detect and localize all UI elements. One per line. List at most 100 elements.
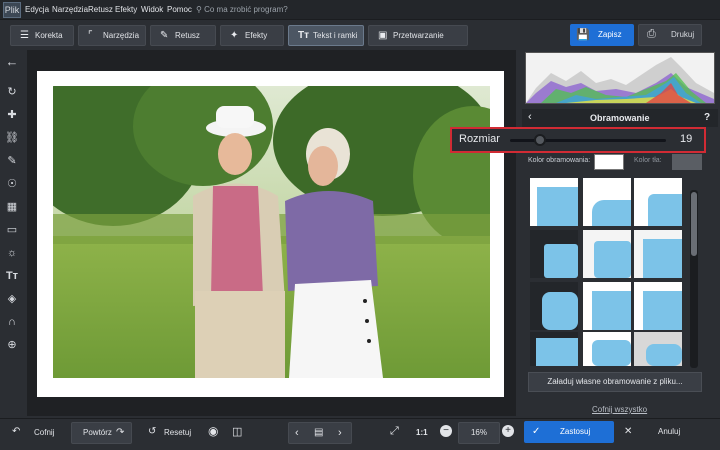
zoom-in-icon[interactable]: + xyxy=(502,425,514,437)
menu-item-file[interactable]: Plik xyxy=(3,2,21,18)
next-chevron-icon[interactable]: › xyxy=(338,423,342,443)
search-placeholder: Co ma zrobić program? xyxy=(204,5,288,14)
checkmark-icon: ✓ xyxy=(532,426,541,437)
bg-color-swatch[interactable] xyxy=(672,154,702,170)
tab-label: Retusz xyxy=(175,31,200,40)
crosshair-icon[interactable]: ⊕ xyxy=(5,338,19,352)
undo-all-link[interactable]: Cofnij wszystko xyxy=(592,405,647,414)
panel-title: Obramowanie xyxy=(590,113,650,123)
border-thumb[interactable] xyxy=(583,282,631,330)
brush-tool-icon[interactable]: ✎ xyxy=(5,154,19,168)
save-button[interactable]: 💾 Zapisz xyxy=(570,24,634,46)
back-chevron-icon[interactable]: ‹ xyxy=(528,111,532,123)
zoom-out-icon[interactable]: − xyxy=(440,425,452,437)
vignette-icon[interactable]: ▭ xyxy=(5,223,19,237)
search-icon: ⚲ xyxy=(196,5,202,14)
bg-color-label: Kolor tła: xyxy=(634,157,662,164)
eye-icon[interactable]: ◉ xyxy=(208,424,218,438)
magnet-icon[interactable]: ∩ xyxy=(5,315,19,329)
sliders-icon: ☰ xyxy=(20,30,29,41)
menu-item-view[interactable]: Widok xyxy=(141,5,163,14)
text-tool-icon[interactable]: Tт xyxy=(5,269,19,283)
undo-icon[interactable]: ↶ xyxy=(12,426,20,437)
size-slider-knob[interactable] xyxy=(533,134,546,146)
zoom-field[interactable]: 16% xyxy=(458,422,500,444)
border-thumb[interactable] xyxy=(530,178,578,226)
folder-icon[interactable]: ▤ xyxy=(314,423,323,443)
radial-filter-icon[interactable]: ☉ xyxy=(5,177,19,191)
printer-icon: ⎙ xyxy=(647,28,656,40)
images-icon: ▣ xyxy=(378,30,388,41)
menu-item-retouch[interactable]: Retusz xyxy=(88,5,113,14)
border-thumb[interactable] xyxy=(530,282,578,330)
healing-patch-icon[interactable]: ✚ xyxy=(5,108,19,122)
compare-icon[interactable]: ◫ xyxy=(232,425,242,438)
floppy-disk-icon: 💾 xyxy=(576,29,590,41)
left-toolbar: ← ↻ ✚ ⛓ ✎ ☉ ▦ ▭ ☼ Tт ◈ ∩ ⊕ xyxy=(0,50,24,416)
print-button[interactable]: ⎙ Drukuj xyxy=(638,24,702,46)
apply-button[interactable]: ✓ Zastosuj xyxy=(524,421,614,443)
print-label: Drukuj xyxy=(671,30,695,39)
close-icon: ✕ xyxy=(624,426,633,437)
tab-label: Korekta xyxy=(35,31,63,40)
text-icon: Tт xyxy=(298,30,310,41)
fit-screen-icon[interactable]: ⤢ xyxy=(390,425,399,438)
border-color-label: Kolor obramowania: xyxy=(528,157,591,164)
cancel-label: Anuluj xyxy=(658,427,681,436)
file-nav-group: ‹ ▤ › xyxy=(288,422,352,444)
border-thumb[interactable] xyxy=(634,332,682,366)
border-color-swatch[interactable] xyxy=(594,154,624,170)
border-thumb[interactable] xyxy=(530,332,578,366)
border-thumb[interactable] xyxy=(530,230,578,278)
apply-label: Zastosuj xyxy=(560,427,591,436)
tab-batch[interactable]: ▣ Przetwarzanie wsadowe xyxy=(368,25,468,59)
tab-label: Tekst i ramki xyxy=(313,31,358,40)
tab-correction[interactable]: ☰ Korekta xyxy=(10,25,74,46)
save-label: Zapisz xyxy=(598,30,622,39)
load-border-button[interactable]: Załaduj własne obramowanie z pliku... xyxy=(528,372,702,392)
border-thumb[interactable] xyxy=(583,332,631,366)
redo-label: Powtórz xyxy=(83,428,112,437)
size-value: 19 xyxy=(680,133,693,145)
tab-tools[interactable]: ⌜ Narzędzia xyxy=(78,25,146,46)
menu-item-effects[interactable]: Efekty xyxy=(115,5,137,14)
paint-bucket-icon[interactable]: ◈ xyxy=(5,292,19,306)
help-button[interactable]: ? xyxy=(704,112,710,123)
border-thumbnail-grid xyxy=(526,175,686,367)
tab-retouch[interactable]: ✎ Retusz xyxy=(150,25,216,46)
stamp-icon[interactable]: ⛓ xyxy=(5,131,19,145)
redo-button[interactable]: Powtórz ↷ xyxy=(71,422,132,444)
tab-label: Narzędzia xyxy=(103,31,140,40)
crop-icon: ⌜ xyxy=(88,30,93,41)
brush-icon: ✎ xyxy=(160,30,169,41)
rotate-icon[interactable]: ↻ xyxy=(5,85,19,99)
brightness-icon[interactable]: ☼ xyxy=(5,246,19,260)
menu-item-edit[interactable]: Edycja xyxy=(25,5,49,14)
size-label: Rozmiar xyxy=(459,133,500,145)
border-thumb[interactable] xyxy=(634,178,682,226)
border-thumb[interactable] xyxy=(583,178,631,226)
reset-icon[interactable]: ↺ xyxy=(148,426,156,437)
undo-button[interactable]: Cofnij xyxy=(34,428,54,437)
scrollbar-thumb[interactable] xyxy=(691,192,697,256)
menu-item-tools[interactable]: Narzędzia xyxy=(52,5,88,14)
photo-image xyxy=(53,86,490,378)
zoom-value: 16% xyxy=(470,428,487,437)
prev-chevron-icon[interactable]: ‹ xyxy=(295,423,299,443)
photo[interactable] xyxy=(53,86,490,378)
zoom-ratio-button[interactable]: 1:1 xyxy=(416,428,428,437)
tab-text-frames[interactable]: Tт Tekst i ramki xyxy=(288,25,364,46)
search-box[interactable]: ⚲ Co ma zrobić program? xyxy=(196,5,288,14)
back-arrow-icon[interactable]: ← xyxy=(5,55,19,69)
border-thumb[interactable] xyxy=(634,230,682,278)
menu-item-help[interactable]: Pomoc xyxy=(167,5,192,14)
border-thumb[interactable] xyxy=(583,230,631,278)
gradient-filter-icon[interactable]: ▦ xyxy=(5,200,19,214)
reset-button[interactable]: Resetuj xyxy=(164,428,191,437)
tab-label: Efekty xyxy=(245,31,268,40)
cancel-button[interactable]: ✕ Anuluj xyxy=(620,421,712,443)
tab-effects[interactable]: ✦ Efekty xyxy=(220,25,284,46)
histogram xyxy=(525,52,715,104)
border-thumb[interactable] xyxy=(634,282,682,330)
redo-icon: ↷ xyxy=(116,427,125,438)
